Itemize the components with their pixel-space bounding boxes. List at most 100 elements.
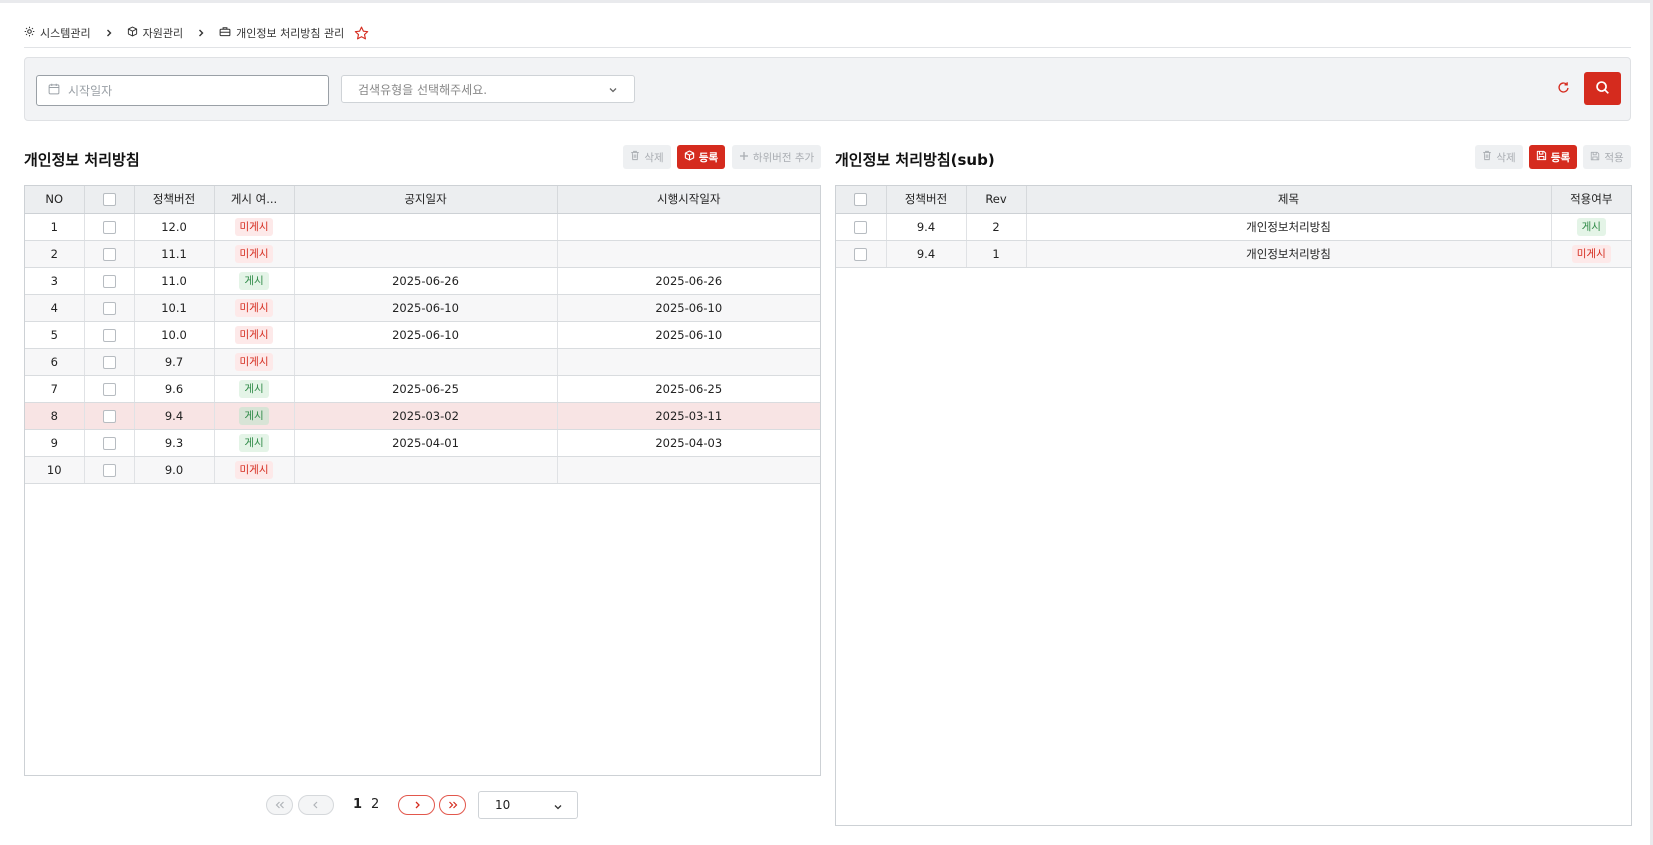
cell-notice-date: 2025-04-01 (294, 429, 558, 457)
column-header-rev[interactable]: Rev (966, 186, 1027, 214)
search-type-select[interactable]: 검색유형을 선택해주세요. (341, 75, 635, 103)
star-icon[interactable] (354, 26, 369, 41)
row-checkbox[interactable] (102, 463, 116, 477)
status-badge: 미게시 (234, 352, 274, 371)
column-header-applied[interactable]: 적용여부 (1551, 186, 1631, 214)
cell-start-date: 2025-03-11 (557, 402, 820, 430)
table-row[interactable]: 6 9.7 미게시 (25, 348, 820, 376)
table-row[interactable]: 7 9.6 게시 2025-06-25 2025-06-25 (25, 375, 820, 403)
cell-no: 7 (25, 375, 85, 403)
row-checkbox[interactable] (102, 220, 116, 234)
table-row[interactable]: 10 9.0 미게시 (25, 456, 820, 484)
cell-checkbox[interactable] (84, 456, 135, 484)
register-button[interactable]: 등록 (677, 145, 725, 169)
select-all-checkbox[interactable] (102, 193, 116, 207)
page-size-select[interactable]: 10 (478, 791, 578, 819)
cell-start-date (557, 240, 820, 268)
sub-register-button[interactable]: 등록 (1529, 145, 1577, 169)
gear-icon (24, 26, 35, 40)
row-checkbox[interactable] (102, 301, 116, 315)
right-panel-title: 개인정보 처리방침(sub) (835, 151, 995, 169)
cell-checkbox[interactable] (84, 240, 135, 268)
cell-title: 개인정보처리방침 (1026, 240, 1552, 268)
chevron-right-icon (105, 29, 113, 37)
double-chevron-left-icon (275, 798, 285, 812)
select-all-checkbox[interactable] (854, 193, 868, 207)
table-row[interactable]: 4 10.1 미게시 2025-06-10 2025-06-10 (25, 294, 820, 322)
table-row[interactable]: 2 11.1 미게시 (25, 240, 820, 268)
page-number-1[interactable]: 1 (353, 797, 362, 812)
row-checkbox[interactable] (102, 409, 116, 423)
cell-checkbox[interactable] (84, 348, 135, 376)
table-row[interactable]: 1 12.0 미게시 (25, 213, 820, 241)
row-checkbox[interactable] (102, 355, 116, 369)
row-checkbox[interactable] (102, 247, 116, 261)
double-chevron-right-icon (448, 798, 458, 812)
chevron-down-icon (608, 84, 618, 98)
breadcrumb-item-resource[interactable]: 자원관리 (127, 25, 183, 41)
sub-delete-button[interactable]: 삭제 (1475, 145, 1523, 169)
cell-checkbox[interactable] (84, 213, 135, 241)
page-number-2[interactable]: 2 (371, 797, 379, 812)
cell-checkbox[interactable] (84, 429, 135, 457)
column-header-published[interactable]: 게시 여... (214, 186, 295, 214)
chevron-left-icon (312, 798, 320, 812)
table-row[interactable]: 3 11.0 게시 2025-06-26 2025-06-26 (25, 267, 820, 295)
cell-notice-date: 2025-03-02 (294, 402, 558, 430)
cell-start-date: 2025-04-03 (557, 429, 820, 457)
breadcrumb-label: 개인정보 처리방침 관리 (236, 27, 345, 40)
table-row[interactable]: 9.4 2 개인정보처리방침 게시 (836, 213, 1631, 241)
status-badge: 미게시 (234, 460, 274, 479)
cell-checkbox[interactable] (84, 375, 135, 403)
row-checkbox[interactable] (854, 220, 868, 234)
table-row[interactable]: 9 9.3 게시 2025-04-01 2025-04-03 (25, 429, 820, 457)
cell-checkbox[interactable] (84, 402, 135, 430)
cell-published: 미게시 (214, 240, 295, 268)
column-header-version[interactable]: 정책버전 (886, 186, 967, 214)
cell-version: 10.1 (134, 294, 215, 322)
add-sub-version-button[interactable]: 하위버전 추가 (732, 145, 821, 169)
cell-checkbox[interactable] (84, 294, 135, 322)
cell-version: 9.6 (134, 375, 215, 403)
column-header-title[interactable]: 제목 (1026, 186, 1552, 214)
column-header-notice-date[interactable]: 공지일자 (294, 186, 558, 214)
breadcrumb-item-system[interactable]: 시스템관리 (24, 25, 91, 41)
cell-version: 11.0 (134, 267, 215, 295)
next-page-button[interactable] (398, 795, 435, 815)
table-row[interactable]: 8 9.4 게시 2025-03-02 2025-03-11 (25, 402, 820, 430)
cell-checkbox[interactable] (836, 213, 887, 241)
row-checkbox[interactable] (854, 247, 868, 261)
prev-page-button[interactable] (298, 795, 334, 815)
row-checkbox[interactable] (102, 382, 116, 396)
row-checkbox[interactable] (102, 436, 116, 450)
row-checkbox[interactable] (102, 328, 116, 342)
column-header-select-all[interactable] (836, 186, 887, 214)
search-button[interactable] (1584, 72, 1621, 105)
reset-button[interactable] (1552, 78, 1574, 100)
table-row[interactable]: 5 10.0 미게시 2025-06-10 2025-06-10 (25, 321, 820, 349)
row-checkbox[interactable] (102, 274, 116, 288)
column-header-no[interactable]: NO (25, 186, 85, 214)
breadcrumb-item-current: 개인정보 처리방침 관리 (219, 25, 344, 41)
column-header-version[interactable]: 정책버전 (134, 186, 215, 214)
apply-button[interactable]: 적용 (1583, 145, 1631, 169)
table-row[interactable]: 9.4 1 개인정보처리방침 미게시 (836, 240, 1631, 268)
delete-button[interactable]: 삭제 (623, 145, 671, 169)
cell-rev: 2 (966, 213, 1027, 241)
left-table: NO 정책버전 게시 여... 공지일자 시행시작일자 1 12.0 미게시 2 11.… (25, 186, 820, 484)
cell-start-date (557, 348, 820, 376)
apply-button-label: 적용 (1604, 151, 1624, 164)
cell-version: 11.1 (134, 240, 215, 268)
first-page-button[interactable] (266, 795, 293, 815)
save-icon (1536, 150, 1547, 164)
column-header-select-all[interactable] (84, 186, 135, 214)
column-header-start-date[interactable]: 시행시작일자 (557, 186, 820, 214)
cell-checkbox[interactable] (836, 240, 887, 268)
cell-checkbox[interactable] (84, 267, 135, 295)
breadcrumb-label: 자원관리 (142, 27, 184, 40)
start-date-input[interactable]: 시작일자 (36, 75, 329, 106)
chevron-right-icon (197, 29, 205, 37)
status-badge: 게시 (1576, 217, 1606, 236)
last-page-button[interactable] (439, 795, 466, 815)
cell-checkbox[interactable] (84, 321, 135, 349)
